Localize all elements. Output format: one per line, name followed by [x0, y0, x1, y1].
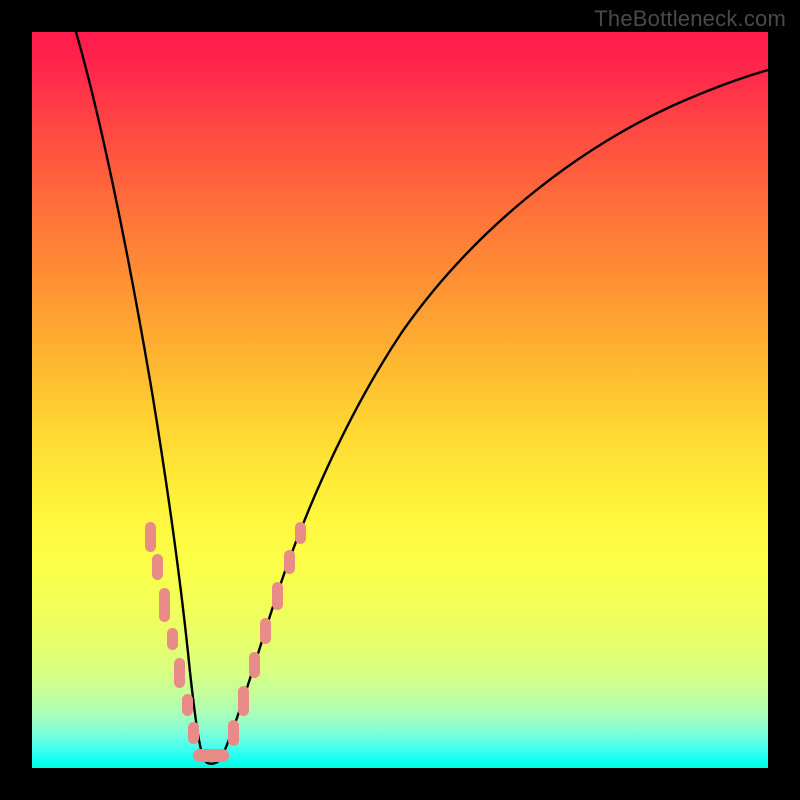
plot-area	[32, 32, 768, 768]
chart-frame: TheBottleneck.com	[0, 0, 800, 800]
marker-group-valley	[193, 749, 229, 762]
curve-layer	[32, 32, 768, 768]
marker-group-right	[228, 522, 306, 746]
marker-group-left	[145, 522, 199, 744]
bottleneck-curve	[76, 32, 768, 764]
watermark-text: TheBottleneck.com	[594, 6, 786, 32]
